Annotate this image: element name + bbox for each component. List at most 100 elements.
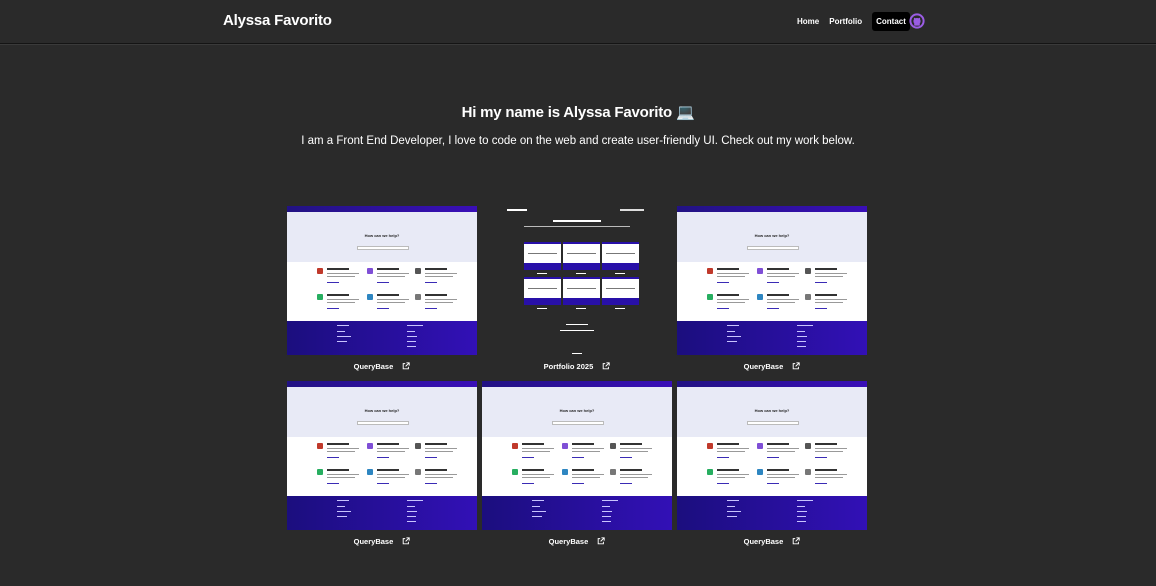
project-title: QueryBase xyxy=(743,537,784,546)
topic-icon xyxy=(610,469,616,475)
hero-subtitle: I am a Front End Developer, I love to co… xyxy=(301,135,855,147)
project-card: How can we help? QueryBase xyxy=(287,381,477,546)
mini-project-tile xyxy=(602,277,639,305)
external-link-icon[interactable] xyxy=(597,537,606,545)
project-title: QueryBase xyxy=(548,537,589,546)
topic-icon xyxy=(415,294,421,300)
external-link-icon[interactable] xyxy=(602,362,611,370)
project-thumbnail[interactable]: How can we help? xyxy=(287,381,477,530)
project-title: QueryBase xyxy=(353,362,394,371)
project-caption: Portfolio 2025 xyxy=(482,362,672,371)
help-topic xyxy=(805,294,853,316)
help-topic xyxy=(367,443,415,465)
project-card: How can we help? QueryBase xyxy=(677,206,867,371)
project-caption: QueryBase xyxy=(677,362,867,371)
topic-icon xyxy=(512,469,518,475)
help-topic xyxy=(317,294,365,316)
external-link-icon[interactable] xyxy=(792,537,801,545)
topic-icon xyxy=(367,268,373,274)
topic-icon xyxy=(805,268,811,274)
hero-title: Hi my name is Alyssa Favorito 💻 xyxy=(461,104,695,121)
topic-icon xyxy=(367,294,373,300)
help-topic xyxy=(805,469,853,491)
topic-icon xyxy=(317,443,323,449)
topic-icon xyxy=(805,469,811,475)
help-topic xyxy=(805,443,853,465)
help-topic xyxy=(512,443,560,465)
mini-project-tile xyxy=(524,242,561,270)
help-topic xyxy=(317,268,365,290)
project-thumbnail[interactable]: How can we help? xyxy=(677,206,867,355)
help-topic xyxy=(757,294,805,316)
topic-icon xyxy=(367,469,373,475)
help-topic xyxy=(317,469,365,491)
help-topic xyxy=(610,469,658,491)
help-topic xyxy=(367,268,415,290)
help-topic xyxy=(757,443,805,465)
project-title: QueryBase xyxy=(743,362,784,371)
project-card: Portfolio 2025 xyxy=(482,206,672,371)
help-topic xyxy=(707,469,755,491)
project-card: How can we help? QueryBase xyxy=(287,206,477,371)
nav-home-link[interactable]: Home xyxy=(797,17,819,26)
topic-icon xyxy=(707,443,713,449)
site-brand[interactable]: Alyssa Favorito xyxy=(223,12,332,29)
project-thumbnail[interactable]: How can we help? xyxy=(677,381,867,530)
topic-icon xyxy=(707,469,713,475)
topic-icon xyxy=(512,443,518,449)
topic-icon xyxy=(707,268,713,274)
help-topic xyxy=(415,469,463,491)
topic-icon xyxy=(415,443,421,449)
mini-project-tile xyxy=(563,242,600,270)
help-topic xyxy=(367,294,415,316)
help-topic xyxy=(757,469,805,491)
github-icon[interactable] xyxy=(909,13,925,29)
topic-icon xyxy=(757,268,763,274)
help-topic xyxy=(415,443,463,465)
external-link-icon[interactable] xyxy=(792,362,801,370)
help-topic xyxy=(415,268,463,290)
project-card: How can we help? QueryBase xyxy=(677,381,867,546)
project-thumbnail[interactable]: How can we help? xyxy=(287,206,477,355)
hero-section: Hi my name is Alyssa Favorito 💻 I am a F… xyxy=(0,103,1156,147)
nav-links: Home Portfolio Contact xyxy=(797,12,910,31)
project-caption: QueryBase xyxy=(287,362,477,371)
help-topic xyxy=(707,268,755,290)
help-topic xyxy=(317,443,365,465)
help-topic xyxy=(805,268,853,290)
topic-icon xyxy=(757,469,763,475)
topic-icon xyxy=(610,443,616,449)
help-topic xyxy=(415,294,463,316)
project-title: QueryBase xyxy=(353,537,394,546)
nav-portfolio-link[interactable]: Portfolio xyxy=(829,17,862,26)
topic-icon xyxy=(562,469,568,475)
project-caption: QueryBase xyxy=(482,537,672,546)
mini-project-tile xyxy=(524,277,561,305)
project-caption: QueryBase xyxy=(677,537,867,546)
nav-contact-button[interactable]: Contact xyxy=(872,12,910,31)
topic-icon xyxy=(805,443,811,449)
top-navbar: Alyssa Favorito Home Portfolio Contact xyxy=(0,0,1156,44)
project-caption: QueryBase xyxy=(287,537,477,546)
project-title: Portfolio 2025 xyxy=(543,362,594,371)
topic-icon xyxy=(317,268,323,274)
project-card: How can we help? QueryBase xyxy=(482,381,672,546)
topic-icon xyxy=(805,294,811,300)
help-topic xyxy=(707,443,755,465)
project-thumbnail[interactable]: How can we help? xyxy=(482,381,672,530)
help-topic xyxy=(757,268,805,290)
external-link-icon[interactable] xyxy=(402,537,411,545)
project-thumbnail[interactable] xyxy=(482,206,672,355)
external-link-icon[interactable] xyxy=(402,362,411,370)
topic-icon xyxy=(562,443,568,449)
topic-icon xyxy=(415,469,421,475)
topic-icon xyxy=(317,469,323,475)
help-topic xyxy=(367,469,415,491)
mini-project-tile xyxy=(602,242,639,270)
help-topic xyxy=(562,469,610,491)
help-topic xyxy=(610,443,658,465)
help-topic xyxy=(707,294,755,316)
help-topic xyxy=(562,443,610,465)
topic-icon xyxy=(707,294,713,300)
mini-project-tile xyxy=(563,277,600,305)
